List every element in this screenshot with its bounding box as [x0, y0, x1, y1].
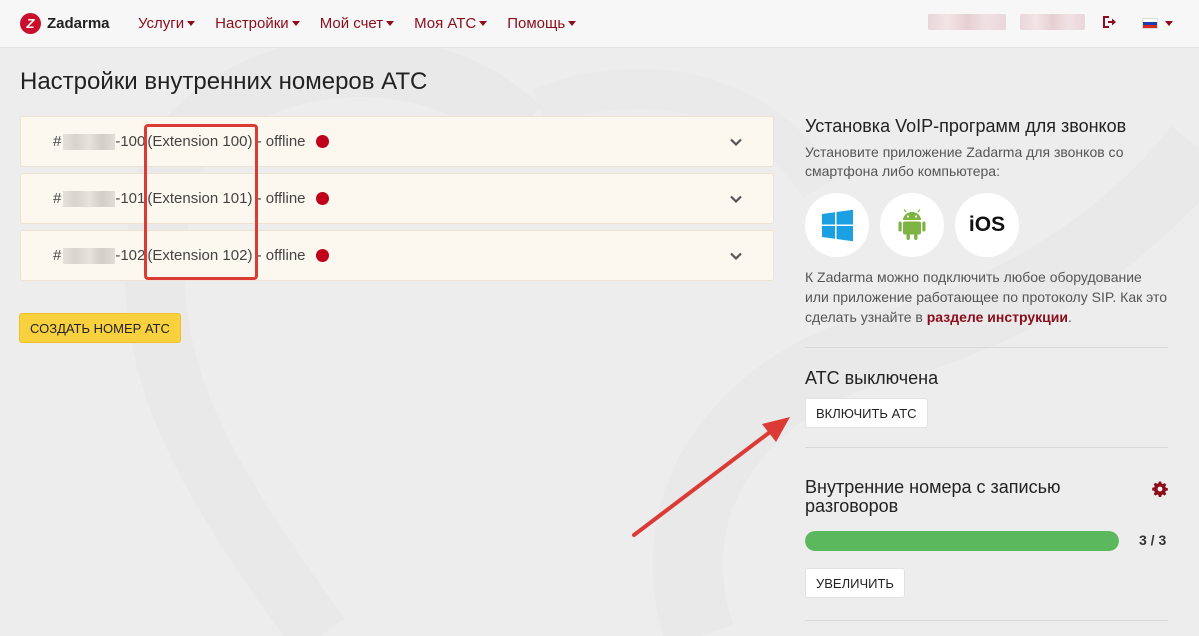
top-navigation-bar: Z Zadarma Услуги Настройки Мой счет Моя … [0, 0, 1199, 48]
create-extension-button[interactable]: СОЗДАТЬ НОМЕР АТС [19, 313, 181, 343]
extension-prefix: # [53, 247, 62, 264]
extension-row-text: # -100 (Extension 100) - offline [53, 133, 329, 150]
extension-number: -102 [115, 247, 146, 264]
extension-row-102[interactable]: # -102 (Extension 102) - offline [20, 230, 774, 281]
section-divider [805, 620, 1168, 621]
account-number-redacted [63, 133, 116, 150]
instructions-link[interactable]: разделе инструкции [927, 309, 1068, 325]
extension-list: # -100 (Extension 100) - offline # -101 … [20, 116, 774, 287]
extension-name: (Extension 102) [147, 247, 253, 264]
chevron-down-icon[interactable] [729, 249, 743, 263]
recording-usage-progress-fill [805, 531, 1119, 551]
menu-services[interactable]: Услуги [138, 15, 196, 32]
extension-prefix: # [53, 190, 62, 207]
menu-my-account-label: Мой счет [319, 15, 384, 32]
extension-row-101[interactable]: # -101 (Extension 101) - offline [20, 173, 774, 224]
account-number-redacted [63, 190, 116, 207]
chevron-down-icon [386, 21, 395, 26]
extension-status: - offline [252, 190, 306, 207]
app-download-list: iOS [805, 193, 1168, 257]
extension-row-100[interactable]: # -100 (Extension 100) - offline [20, 116, 774, 167]
ios-app-link[interactable]: iOS [955, 193, 1019, 257]
menu-settings-label: Настройки [215, 15, 289, 32]
enable-pbx-button[interactable]: ВКЛЮЧИТЬ АТС [805, 398, 928, 428]
right-sidebar: Установка VoIP-программ для звонков Уста… [805, 110, 1168, 621]
extension-number: -100 [115, 133, 146, 150]
page-title: Настройки внутренних номеров АТС [20, 68, 428, 95]
menu-my-pbx[interactable]: Моя АТС [414, 15, 488, 32]
windows-icon [821, 209, 853, 241]
recording-usage-count: 3 / 3 [1139, 532, 1167, 548]
voip-section-title: Установка VoIP-программ для звонков [805, 116, 1127, 136]
extension-prefix: # [53, 133, 62, 150]
logout-icon[interactable] [1101, 14, 1117, 30]
menu-my-account[interactable]: Мой счет [319, 15, 395, 32]
zadarma-logo-icon: Z [20, 13, 41, 34]
extension-name: (Extension 100) [147, 133, 253, 150]
menu-help[interactable]: Помощь [507, 15, 577, 32]
chevron-down-icon[interactable] [1165, 21, 1173, 26]
ios-label: iOS [968, 213, 1006, 236]
balance-redacted[interactable] [1020, 14, 1085, 30]
menu-help-label: Помощь [507, 15, 566, 32]
extension-status: - offline [252, 133, 306, 150]
offline-status-dot [315, 135, 329, 148]
menu-settings[interactable]: Настройки [215, 15, 300, 32]
extension-row-text: # -101 (Extension 101) - offline [53, 190, 329, 207]
menu-my-pbx-label: Моя АТС [414, 15, 477, 32]
section-divider [805, 447, 1168, 448]
chevron-down-icon [479, 21, 488, 26]
menu-services-label: Услуги [138, 15, 185, 32]
android-icon [898, 209, 926, 240]
zadarma-logo[interactable]: Z Zadarma [20, 13, 124, 34]
logo-text: Zadarma [47, 15, 110, 32]
section-divider [805, 347, 1168, 348]
gear-icon[interactable] [1152, 481, 1168, 497]
sip-info-after: . [1067, 309, 1072, 325]
chevron-down-icon [568, 21, 577, 26]
chevron-down-icon [187, 21, 196, 26]
offline-status-dot [315, 249, 329, 262]
voip-section-text: Установите приложение Zadarma для звонко… [805, 144, 1124, 179]
recording-section-title: Внутренние номера с записью разговоров [805, 477, 1061, 516]
android-app-link[interactable] [880, 193, 944, 257]
recording-usage-progress-bar [805, 531, 1119, 551]
extension-number: -101 [115, 190, 146, 207]
extension-row-text: # -102 (Extension 102) - offline [53, 247, 329, 264]
extension-name: (Extension 101) [147, 190, 253, 207]
account-number-redacted[interactable] [928, 14, 1006, 30]
account-number-redacted [63, 247, 116, 264]
pbx-status-title: АТС выключена [805, 368, 939, 388]
sip-info-text: К Zadarma можно подключить любое оборудо… [805, 267, 1168, 327]
russia-flag-icon[interactable] [1142, 18, 1158, 29]
windows-app-link[interactable] [805, 193, 869, 257]
chevron-down-icon[interactable] [729, 135, 743, 149]
chevron-down-icon [291, 21, 300, 26]
increase-recording-button[interactable]: УВЕЛИЧИТЬ [805, 568, 905, 598]
main-menu: Услуги Настройки Мой счет Моя АТС Помощь [134, 15, 596, 32]
offline-status-dot [315, 192, 329, 205]
extension-status: - offline [252, 247, 306, 264]
chevron-down-icon[interactable] [729, 192, 743, 206]
